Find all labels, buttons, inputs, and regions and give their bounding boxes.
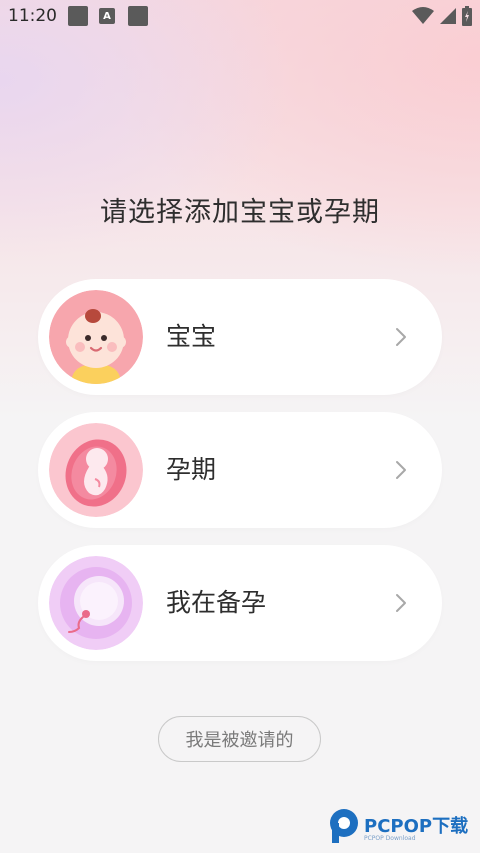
option-pregnancy-label: 孕期 xyxy=(166,455,217,484)
watermark-logo: PCPOP下载 PCPOP Download xyxy=(328,807,476,847)
chevron-right-icon xyxy=(396,461,406,479)
pcpop-logo-icon xyxy=(330,809,358,843)
status-time: 11:20 xyxy=(8,6,57,26)
egg-sperm-icon xyxy=(49,556,143,650)
option-pregnancy-card[interactable]: 孕期 xyxy=(38,412,442,528)
wifi-icon xyxy=(412,7,434,24)
chevron-right-icon xyxy=(396,328,406,346)
status-bar: 11:20 A xyxy=(0,0,480,34)
notification-square-icon xyxy=(68,6,88,26)
page-title: 请选择添加宝宝或孕期 xyxy=(100,197,380,228)
status-right-icons xyxy=(412,6,472,26)
notification-a-icon: A xyxy=(99,8,115,24)
signal-icon xyxy=(440,8,456,24)
option-preparing-label: 我在备孕 xyxy=(166,588,267,617)
invited-button[interactable]: 我是被邀请的 xyxy=(158,716,321,762)
watermark-sub: PCPOP Download xyxy=(364,835,416,842)
battery-icon xyxy=(462,6,472,26)
option-baby-label: 宝宝 xyxy=(166,322,217,351)
option-preparing-card[interactable]: 我在备孕 xyxy=(38,545,442,661)
option-baby-card[interactable]: 宝宝 xyxy=(38,279,442,395)
fetus-icon xyxy=(49,423,143,517)
notification-square-icon xyxy=(128,6,148,26)
chevron-right-icon xyxy=(396,594,406,612)
baby-face-icon xyxy=(49,290,143,384)
